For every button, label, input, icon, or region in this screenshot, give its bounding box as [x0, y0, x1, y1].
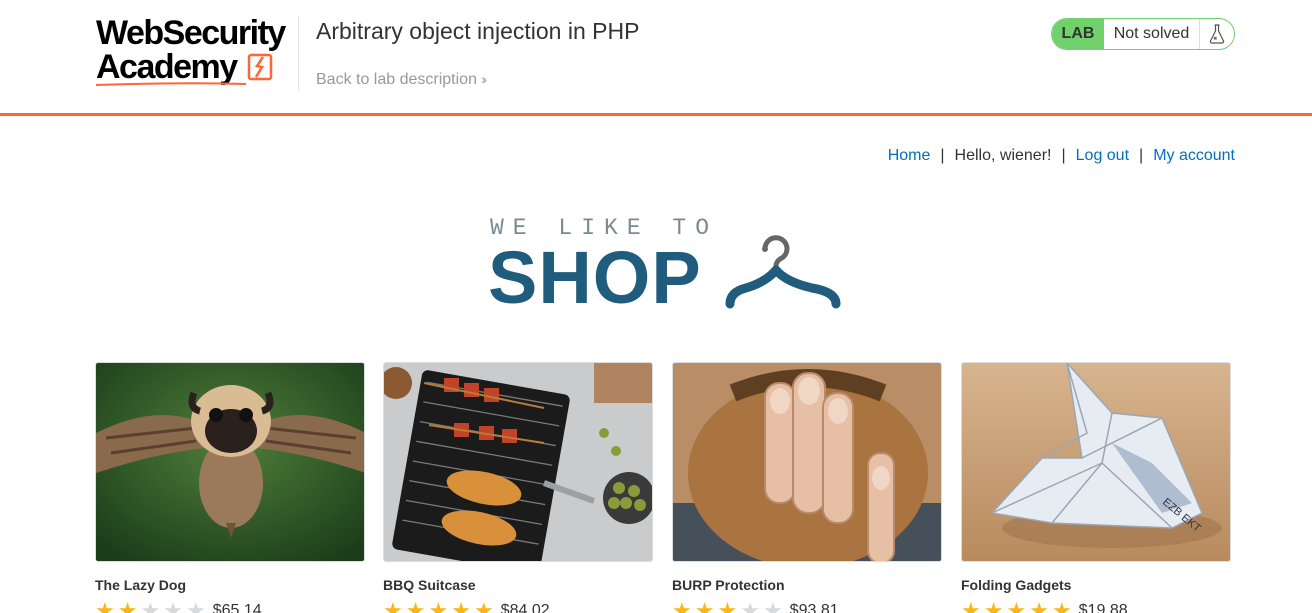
nav-separator: |: [940, 147, 945, 164]
double-chevron-right-icon: ››: [480, 71, 488, 87]
star-empty-icon: ★: [185, 598, 206, 613]
shop-banner: WE LIKE TO SHOP: [488, 214, 848, 318]
back-to-description-link[interactable]: Back to lab description ››: [316, 71, 488, 89]
product-image[interactable]: [383, 362, 653, 562]
star-filled-icon: ★: [1051, 598, 1072, 613]
star-filled-icon: ★: [405, 598, 426, 613]
lab-title: Arbitrary object injection in PHP: [316, 18, 640, 44]
product-rating: ★ ★ ★ ★ ★ $93.81: [672, 599, 942, 613]
logo-line-1: WebSecurity: [96, 14, 286, 52]
my-account-link[interactable]: My account: [1153, 147, 1235, 165]
product-rating: ★ ★ ★ ★ ★ $19.88: [961, 599, 1231, 613]
product-card[interactable]: BURP Protection ★ ★ ★ ★ ★ $93.81: [672, 362, 942, 613]
star-filled-icon: ★: [117, 598, 138, 613]
product-price: $84.02: [500, 602, 550, 613]
product-card[interactable]: The Lazy Dog ★ ★ ★ ★ ★ $65.14: [95, 362, 365, 613]
academy-logo[interactable]: WebSecurity Academy: [96, 16, 296, 88]
home-link[interactable]: Home: [888, 147, 931, 165]
account-nav: Home | Hello, wiener! | Log out | My acc…: [888, 147, 1235, 165]
star-filled-icon: ★: [383, 598, 403, 613]
lab-status-widget: LAB Not solved: [1051, 18, 1235, 50]
product-card[interactable]: BBQ Suitcase ★ ★ ★ ★ ★ $84.02: [383, 362, 653, 613]
star-filled-icon: ★: [95, 598, 115, 613]
star-empty-icon: ★: [140, 598, 161, 613]
product-name[interactable]: BURP Protection: [672, 577, 942, 593]
logo-bolt-icon: [247, 53, 273, 81]
product-price: $93.81: [789, 602, 839, 613]
product-name[interactable]: The Lazy Dog: [95, 577, 365, 593]
product-image[interactable]: EZB EKT: [961, 362, 1231, 562]
logout-link[interactable]: Log out: [1076, 147, 1129, 165]
star-filled-icon: ★: [672, 598, 692, 613]
product-name[interactable]: BBQ Suitcase: [383, 577, 653, 593]
star-empty-icon: ★: [762, 598, 783, 613]
banner-shop-word: SHOP: [488, 236, 702, 319]
hanger-icon: [725, 235, 841, 309]
product-price: $65.14: [212, 602, 262, 613]
lab-badge: LAB: [1052, 19, 1104, 49]
product-image[interactable]: [672, 362, 942, 562]
star-empty-icon: ★: [740, 598, 760, 613]
header-divider: [298, 17, 299, 91]
back-link-label: Back to lab description: [316, 71, 477, 88]
greeting-text: Hello, wiener!: [954, 147, 1052, 164]
star-filled-icon: ★: [451, 598, 471, 613]
star-filled-icon: ★: [473, 598, 494, 613]
product-rating: ★ ★ ★ ★ ★ $84.02: [383, 599, 653, 613]
star-filled-icon: ★: [1029, 598, 1049, 613]
nav-separator: |: [1061, 147, 1066, 164]
product-price: $19.88: [1078, 602, 1128, 613]
star-filled-icon: ★: [983, 598, 1004, 613]
star-filled-icon: ★: [1006, 598, 1027, 613]
flask-icon: [1200, 19, 1234, 49]
lab-header: WebSecurity Academy Arbitrary object inj…: [0, 0, 1312, 116]
product-card[interactable]: EZB EKT Folding Gadgets ★ ★ ★ ★ ★ $19.88: [961, 362, 1231, 613]
star-filled-icon: ★: [717, 598, 738, 613]
logo-underline-icon: [96, 82, 247, 86]
nav-separator: |: [1139, 147, 1144, 164]
star-empty-icon: ★: [163, 598, 183, 613]
product-image[interactable]: [95, 362, 365, 562]
star-filled-icon: ★: [961, 598, 981, 613]
lab-status-text: Not solved: [1104, 19, 1200, 49]
product-rating: ★ ★ ★ ★ ★ $65.14: [95, 599, 365, 613]
product-name[interactable]: Folding Gadgets: [961, 577, 1231, 593]
star-filled-icon: ★: [694, 598, 715, 613]
star-filled-icon: ★: [428, 598, 449, 613]
